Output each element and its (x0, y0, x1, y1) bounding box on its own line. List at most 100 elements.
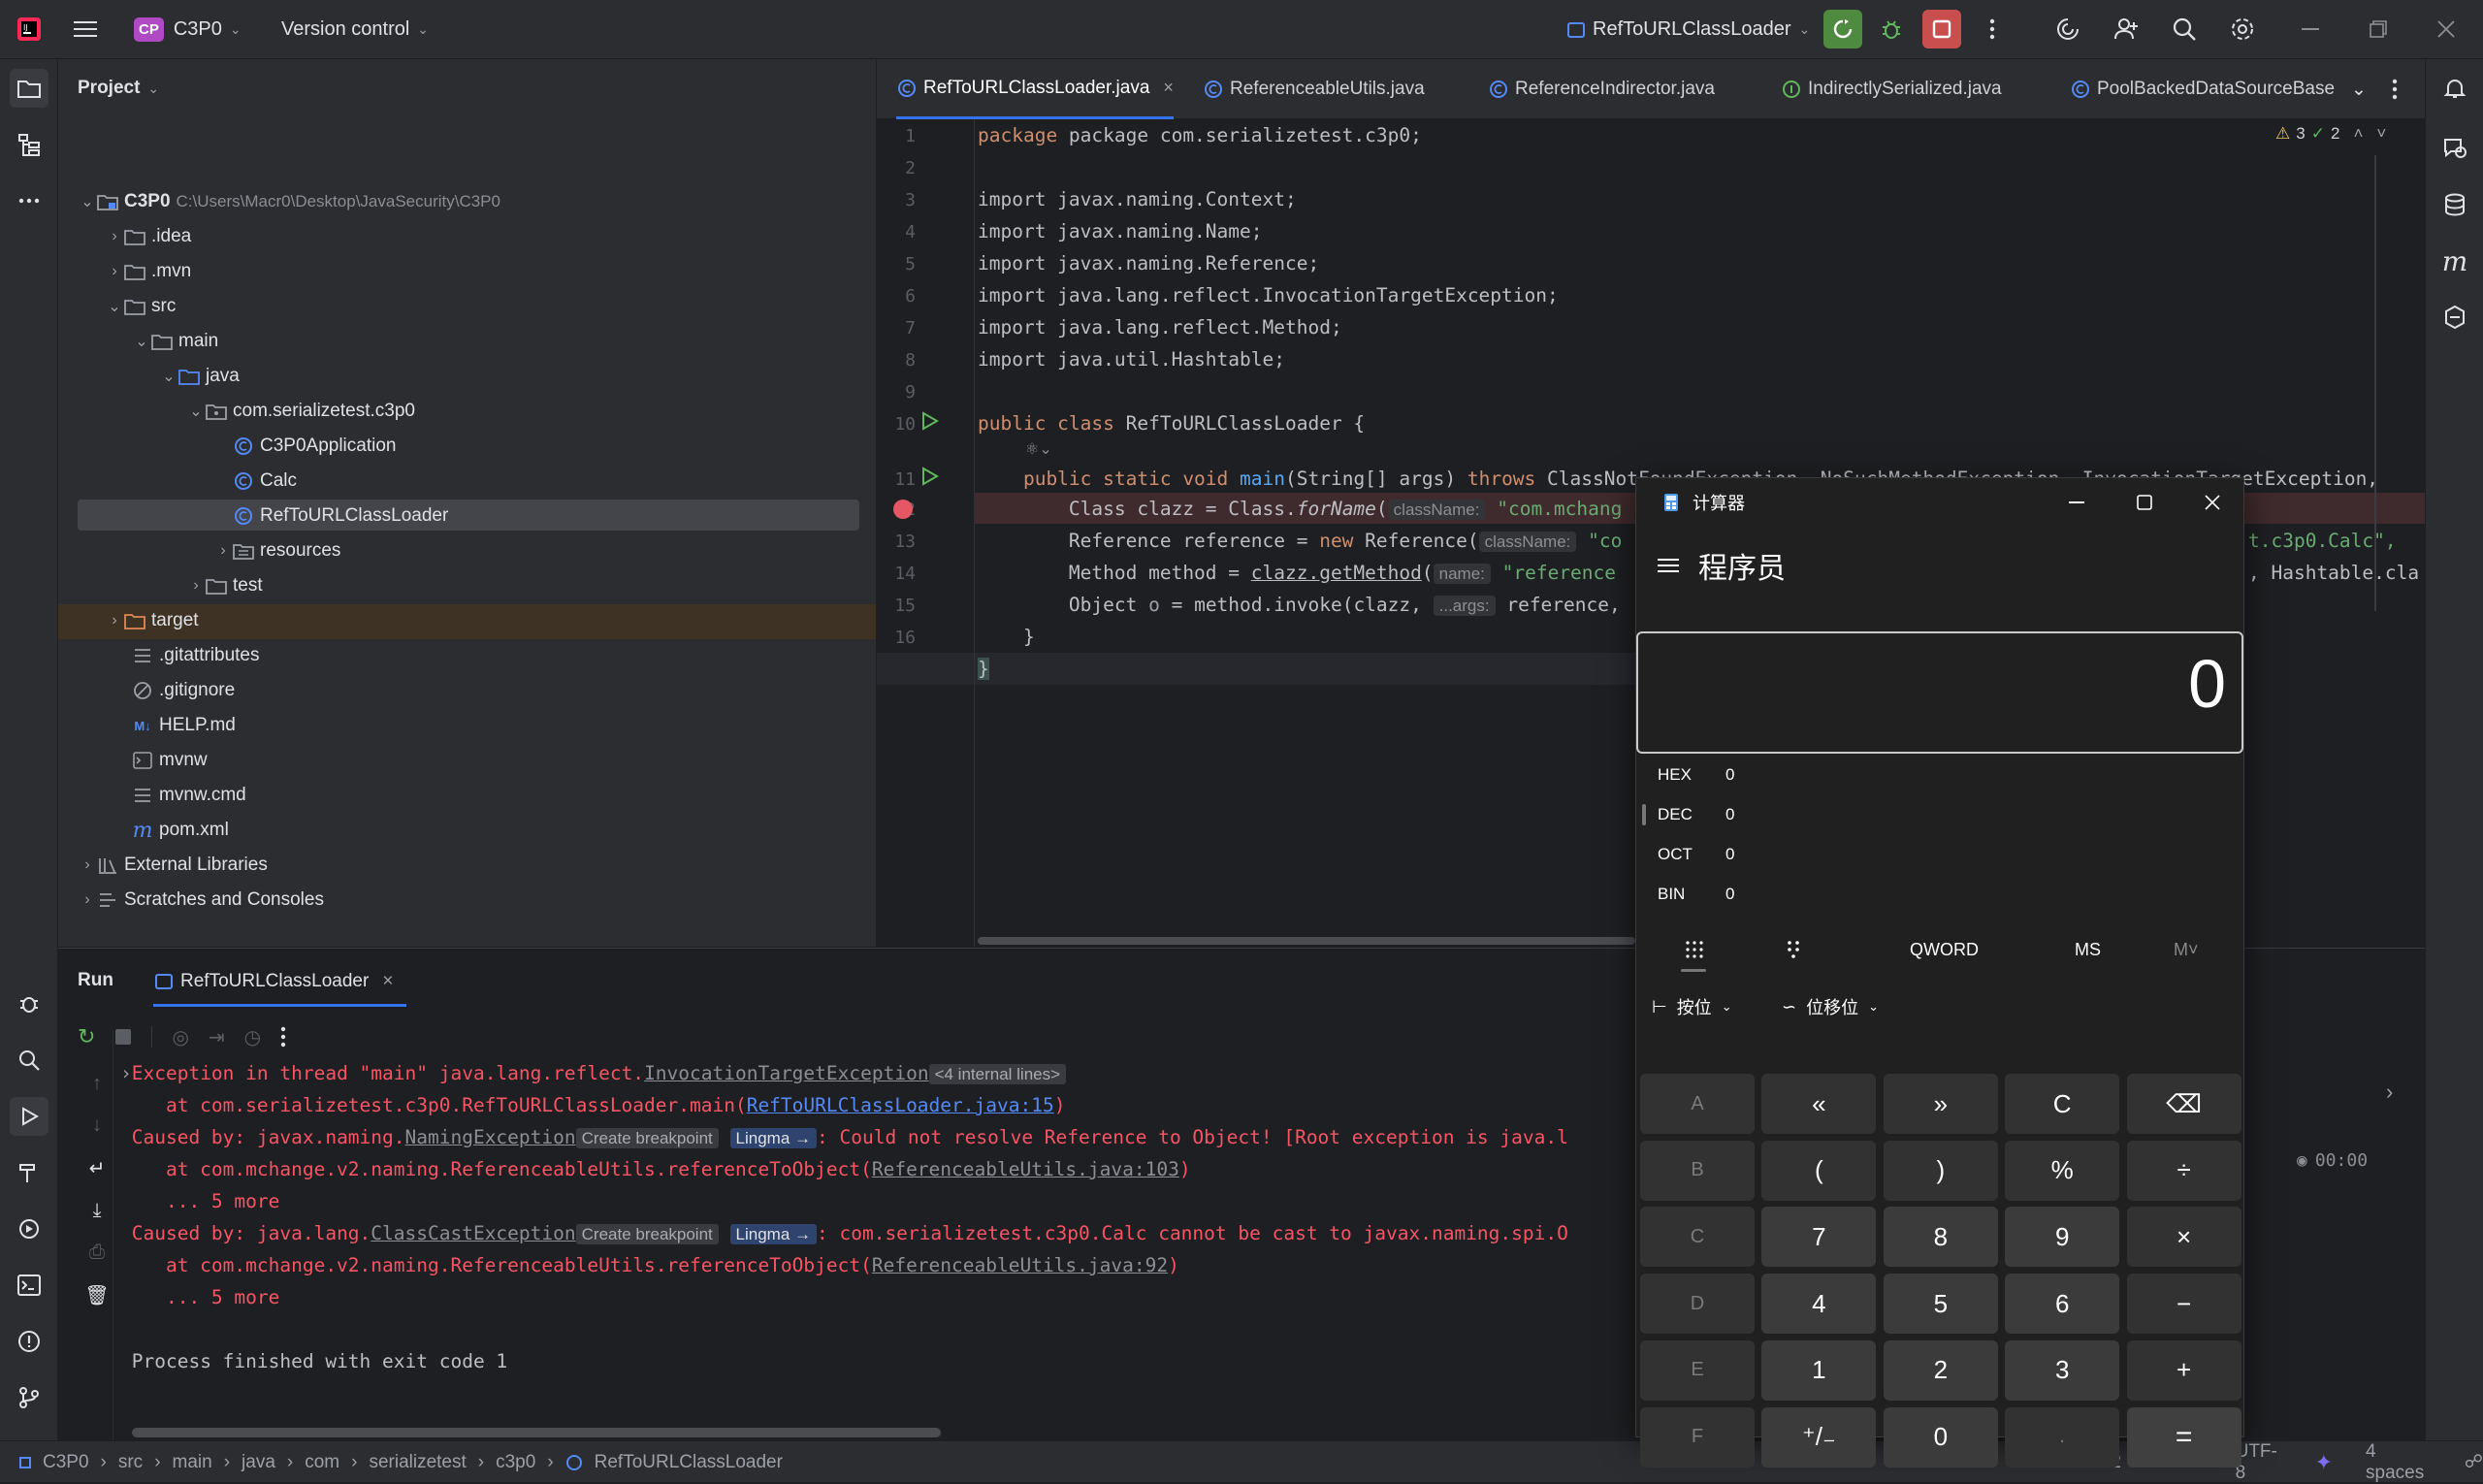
digit-1-key[interactable]: 1 (1761, 1339, 1877, 1401)
bitshift-dropdown[interactable]: ∽ 位移位 ⌄ (1782, 994, 1879, 1019)
create-breakpoint-chip[interactable]: Create breakpoint (575, 1224, 719, 1244)
maven-icon[interactable]: m (2435, 242, 2474, 280)
editor-vertical-scrollbar[interactable] (2374, 155, 2376, 611)
multiply-key[interactable]: × (2126, 1207, 2241, 1268)
add-key[interactable]: + (2126, 1339, 2241, 1401)
shift-left-key[interactable]: « (1761, 1074, 1877, 1134)
digit-7-key[interactable]: 7 (1761, 1207, 1877, 1268)
vcs-menu[interactable]: Version control ⌄ (281, 0, 429, 59)
indent-setting[interactable]: 4 spaces (2366, 1441, 2432, 1484)
more-tools-icon[interactable] (10, 181, 48, 220)
open-paren-key[interactable]: ( (1761, 1140, 1877, 1201)
tab-indirectlyserialized[interactable]: IndirectlySerialized.java (1781, 59, 2002, 119)
stacktrace-link[interactable]: ReferenceableUtils.java:92 (872, 1254, 1168, 1276)
tree-node-gitattributes[interactable]: .gitattributes (132, 638, 260, 673)
inspections-widget[interactable]: ⚠ 3 ✓ 2 ˄ ˅ (2275, 124, 2386, 144)
radix-row-oct[interactable]: OCT 0 (1658, 845, 1734, 864)
clear-icon[interactable]: 🗑 (84, 1283, 109, 1307)
close-tab-icon[interactable]: × (1163, 78, 1174, 98)
tree-node-src[interactable]: ⌄ src (105, 289, 176, 324)
lingma-icon[interactable] (2435, 298, 2474, 337)
shift-right-key[interactable]: » (1883, 1074, 1998, 1134)
database-icon[interactable] (2435, 185, 2474, 224)
rerun-icon[interactable] (1823, 10, 1862, 48)
settings-gear-icon[interactable] (2223, 10, 2262, 48)
hex-f-key[interactable]: F (1640, 1406, 1755, 1468)
tab-referenceindirector[interactable]: ReferenceIndirector.java (1488, 59, 1715, 119)
fold-icon[interactable]: › (120, 1062, 132, 1084)
digit-8-key[interactable]: 8 (1883, 1207, 1998, 1268)
hex-e-key[interactable]: E (1640, 1339, 1755, 1401)
digit-3-key[interactable]: 3 (2005, 1339, 2120, 1401)
close-tab-icon[interactable]: × (382, 971, 393, 992)
close-paren-key[interactable]: ) (1883, 1140, 1998, 1201)
debug-tool-icon[interactable] (10, 984, 48, 1022)
modulo-key[interactable]: % (2005, 1140, 2120, 1201)
tree-node-target[interactable]: › target (105, 603, 198, 638)
main-menu-icon[interactable] (66, 10, 105, 48)
project-tool-icon[interactable] (10, 69, 48, 108)
terminal-tool-icon[interactable] (10, 1266, 48, 1305)
screenshot-icon[interactable]: ◎ (172, 1025, 188, 1049)
find-tool-icon[interactable] (10, 1041, 48, 1080)
radix-row-hex[interactable]: HEX 0 (1658, 765, 1734, 785)
tab-overflow-chevron-icon[interactable]: ⌄ (2351, 59, 2367, 119)
tree-node-package[interactable]: ⌄ com.serializetest.c3p0 (186, 394, 415, 429)
digit-0-key[interactable]: 0 (1883, 1406, 1998, 1468)
project-panel-header[interactable]: Project ⌄ (78, 71, 159, 106)
backspace-key[interactable]: ⌫ (2126, 1074, 2241, 1134)
lingma-chip[interactable]: Lingma → (729, 1128, 817, 1148)
tree-node-mvnw[interactable]: mvnw (132, 743, 208, 778)
expand-right-icon[interactable]: › (2386, 1080, 2393, 1105)
hex-b-key[interactable]: B (1640, 1140, 1755, 1201)
tree-node-test[interactable]: › test (186, 568, 262, 603)
clear-key[interactable]: C (2005, 1074, 2120, 1134)
project-switcher[interactable]: CP C3P0 ⌄ (134, 0, 242, 59)
lingma-chip[interactable]: Lingma → (729, 1224, 817, 1244)
lock-icon[interactable]: ☍ (2465, 1451, 2483, 1473)
full-keypad-icon[interactable] (1685, 940, 1704, 959)
breadcrumb-item[interactable]: main (173, 1452, 212, 1473)
soft-wrap-icon[interactable]: ↵ (89, 1156, 106, 1180)
previous-highlight-icon[interactable]: ˄ (2353, 124, 2363, 144)
run-main-gutter-icon[interactable] (921, 467, 939, 486)
radix-row-dec[interactable]: DEC 0 (1658, 805, 1734, 824)
tree-node-root[interactable]: ⌄ C3P0 C:\Users\Macr0\Desktop\JavaSecuri… (78, 184, 500, 219)
hex-d-key[interactable]: D (1640, 1274, 1755, 1335)
run-tool-icon[interactable] (10, 1097, 48, 1136)
scroll-down-icon[interactable]: ↓ (92, 1114, 102, 1137)
debug-icon[interactable] (1872, 10, 1911, 48)
breadcrumb-item[interactable]: java (242, 1452, 275, 1473)
digit-2-key[interactable]: 2 (1883, 1339, 1998, 1401)
stacktrace-link[interactable]: RefToURLClassLoader.java:15 (747, 1094, 1054, 1116)
ai-chat-icon[interactable] (2435, 129, 2474, 168)
navigation-menu-icon[interactable] (1658, 557, 1679, 574)
breadcrumb-item[interactable]: com (305, 1452, 339, 1473)
exception-class-link[interactable]: ClassCastException (371, 1222, 575, 1244)
hex-a-key[interactable]: A (1640, 1074, 1755, 1134)
search-icon[interactable] (2165, 10, 2204, 48)
tree-node-java[interactable]: ⌄ java (159, 359, 240, 394)
ai-assistant-icon[interactable] (2048, 10, 2087, 48)
tree-node-pom-xml[interactable]: m pom.xml (132, 813, 229, 848)
breakpoint-icon[interactable] (892, 499, 914, 520)
stop-icon[interactable] (114, 1028, 132, 1046)
scroll-up-icon[interactable]: ↑ (92, 1073, 102, 1095)
more-icon[interactable] (280, 1026, 286, 1048)
breadcrumb-item[interactable]: src (118, 1452, 143, 1473)
digit-6-key[interactable]: 6 (2005, 1274, 2120, 1335)
tree-node-scratches[interactable]: › Scratches and Consoles (78, 883, 324, 918)
digit-9-key[interactable]: 9 (2005, 1207, 2120, 1268)
bitwise-dropdown[interactable]: ⊢ 按位 ⌄ (1652, 994, 1732, 1019)
tree-node-reftourlclassloader[interactable]: RefToURLClassLoader (233, 499, 448, 533)
breadcrumb-item[interactable]: serializetest (369, 1452, 466, 1473)
rerun-icon[interactable]: ↻ (78, 1024, 95, 1049)
tree-node-calc[interactable]: Calc (233, 464, 297, 499)
more-actions-icon[interactable] (1973, 10, 2012, 48)
build-tool-icon[interactable] (10, 1153, 48, 1192)
git-tool-icon[interactable] (10, 1378, 48, 1417)
close-window-icon[interactable] (2427, 10, 2466, 48)
create-breakpoint-chip[interactable]: Create breakpoint (575, 1128, 719, 1148)
services-tool-icon[interactable] (10, 1210, 48, 1248)
breadcrumb-item[interactable]: RefToURLClassLoader (595, 1452, 783, 1473)
